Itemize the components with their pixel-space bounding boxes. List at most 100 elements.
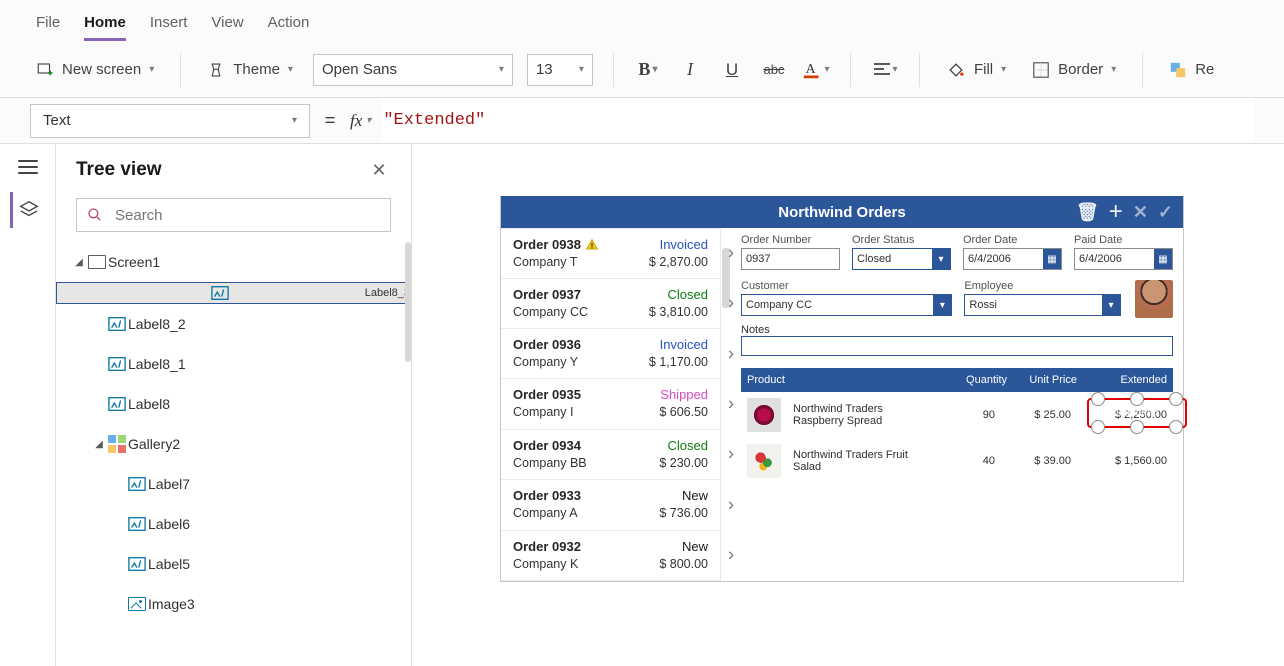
- reorder-button[interactable]: Re: [1163, 57, 1220, 83]
- reorder-label: Re: [1195, 61, 1214, 78]
- order-item[interactable]: Order 0935ShippedCompany I$ 606.50›: [501, 379, 720, 429]
- tree-label: Screen1: [108, 254, 160, 270]
- col-unit-price: Unit Price: [1007, 374, 1077, 386]
- tree-node-label7[interactable]: Label7: [56, 464, 411, 504]
- fx-button[interactable]: fx ▾: [350, 111, 371, 131]
- product-price: $ 39.00: [1001, 455, 1071, 467]
- font-size-select[interactable]: 13 ▾: [527, 54, 593, 86]
- order-item[interactable]: Order 0934ClosedCompany BB$ 230.00›: [501, 430, 720, 480]
- notes-input[interactable]: [741, 336, 1173, 356]
- canvas[interactable]: Northwind Orders 🗑 + ✕ ✓ Order 0938Invoi…: [412, 144, 1284, 666]
- label-icon: [106, 395, 128, 413]
- gallery-row[interactable]: Northwind Traders Raspberry Spread90$ 25…: [741, 392, 1173, 438]
- tree-node-label8-1[interactable]: Label8_1: [56, 344, 411, 384]
- fill-button[interactable]: Fill ▾: [940, 56, 1012, 84]
- equals-sign: =: [320, 110, 340, 131]
- label-icon: [126, 475, 148, 493]
- tree-label: Label7: [148, 476, 190, 492]
- main-area: Tree view ✕ ◢ Screen1 Label8_3 Label8_2: [0, 144, 1284, 666]
- menu-tab-view[interactable]: View: [211, 8, 243, 41]
- tree-node-image3[interactable]: Image3: [56, 584, 411, 624]
- ribbon: New screen ▾ Theme ▾ Open Sans ▾ 13 ▾ B▾…: [0, 42, 1284, 98]
- trash-icon[interactable]: 🗑: [1076, 202, 1099, 223]
- search-icon: [87, 207, 103, 223]
- strikethrough-button[interactable]: abc: [760, 54, 788, 86]
- tree-view-tab[interactable]: [10, 192, 46, 228]
- tree-node-label8[interactable]: Label8: [56, 384, 411, 424]
- tree-label: Label5: [148, 556, 190, 572]
- menu-tab-insert[interactable]: Insert: [150, 8, 188, 41]
- chevron-down-icon: ▾: [933, 295, 951, 315]
- tree-label: Label8_3: [365, 287, 410, 299]
- font-family-select[interactable]: Open Sans ▾: [313, 54, 513, 86]
- tree-node-label8-2[interactable]: Label8_2: [56, 304, 411, 344]
- product-qty: 90: [935, 409, 995, 421]
- close-panel-button[interactable]: ✕: [367, 158, 391, 182]
- paint-bucket-icon: [946, 60, 966, 80]
- app-titlebar: Northwind Orders 🗑 + ✕ ✓: [501, 196, 1183, 228]
- check-icon[interactable]: ✓: [1158, 202, 1173, 223]
- image-icon: [128, 597, 146, 611]
- font-color-button[interactable]: A ▾: [802, 54, 830, 86]
- chevron-down-icon: ▾: [579, 64, 584, 75]
- order-item[interactable]: Order 0937ClosedCompany CC$ 3,810.00›: [501, 279, 720, 329]
- order-item[interactable]: Order 0938InvoicedCompany T$ 2,870.00›: [501, 228, 720, 279]
- close-icon: ✕: [371, 160, 386, 181]
- order-item[interactable]: Order 0936InvoicedCompany Y$ 1,170.00›: [501, 329, 720, 379]
- order-date-input[interactable]: 6/4/2006▦: [963, 248, 1062, 270]
- order-item[interactable]: Order 0932NewCompany K$ 800.00›: [501, 531, 720, 581]
- bold-button[interactable]: B▾: [634, 54, 662, 86]
- order-status-select[interactable]: Closed▾: [852, 248, 951, 270]
- lbl-customer: Customer: [741, 280, 952, 292]
- tree-node-label5[interactable]: Label5: [56, 544, 411, 584]
- tree-node-label6[interactable]: Label6: [56, 504, 411, 544]
- formula-input[interactable]: [381, 98, 1254, 143]
- gallery-row[interactable]: Northwind Traders Fruit Salad40$ 39.00$ …: [741, 438, 1173, 484]
- gallery-icon: [108, 435, 126, 453]
- customer-select[interactable]: Company CC▾: [741, 294, 952, 316]
- menu-tab-home[interactable]: Home: [84, 8, 126, 41]
- chevron-down-icon: ▾: [288, 64, 293, 75]
- tree-search-input[interactable]: [113, 206, 380, 225]
- menu-tab-file[interactable]: File: [36, 8, 60, 41]
- employee-select[interactable]: Rossi▾: [964, 294, 1121, 316]
- lbl-order-number: Order Number: [741, 234, 840, 246]
- col-quantity: Quantity: [947, 374, 1007, 386]
- svg-text:A: A: [806, 60, 816, 75]
- underline-button[interactable]: U: [718, 54, 746, 86]
- new-screen-button[interactable]: New screen ▾: [30, 57, 160, 83]
- font-size-value: 13: [536, 61, 553, 78]
- border-label: Border: [1058, 61, 1103, 78]
- tree-node-gallery2[interactable]: ◢ Gallery2: [56, 424, 411, 464]
- theme-button[interactable]: Theme ▾: [201, 57, 299, 83]
- gallery-rows: Northwind Traders Raspberry Spread90$ 25…: [741, 392, 1173, 484]
- tree-scrollbar[interactable]: [405, 242, 411, 362]
- chevron-down-icon: ▾: [824, 64, 829, 75]
- hamburger-icon[interactable]: [18, 160, 38, 174]
- label-icon: [106, 315, 128, 333]
- chevron-down-icon: ▾: [1102, 295, 1120, 315]
- order-number-input[interactable]: 0937: [741, 248, 840, 270]
- divider: [850, 53, 851, 87]
- order-item[interactable]: Order 0933NewCompany A$ 736.00›: [501, 480, 720, 530]
- font-family-value: Open Sans: [322, 61, 397, 78]
- align-button[interactable]: ▾: [871, 54, 899, 86]
- property-select[interactable]: Text ▾: [30, 104, 310, 138]
- lbl-order-date: Order Date: [963, 234, 1062, 246]
- label-icon: [106, 355, 128, 373]
- chevron-down-icon: ▾: [366, 115, 371, 126]
- paid-date-input[interactable]: 6/4/2006▦: [1074, 248, 1173, 270]
- menu-tab-action[interactable]: Action: [268, 8, 310, 41]
- chevron-down-icon: ▾: [892, 64, 897, 75]
- tree-node-screen[interactable]: ◢ Screen1: [56, 242, 411, 282]
- left-rail: [0, 144, 56, 666]
- chevron-down-icon: ▾: [499, 64, 504, 75]
- cancel-icon[interactable]: ✕: [1133, 202, 1148, 223]
- calendar-icon: ▦: [1043, 249, 1061, 269]
- tree-search[interactable]: [76, 198, 391, 232]
- border-button[interactable]: Border ▾: [1026, 57, 1122, 83]
- tree-node-label8-3[interactable]: Label8_3: [56, 282, 411, 304]
- divider: [613, 53, 614, 87]
- layers-icon: [18, 199, 40, 221]
- italic-button[interactable]: I: [676, 54, 704, 86]
